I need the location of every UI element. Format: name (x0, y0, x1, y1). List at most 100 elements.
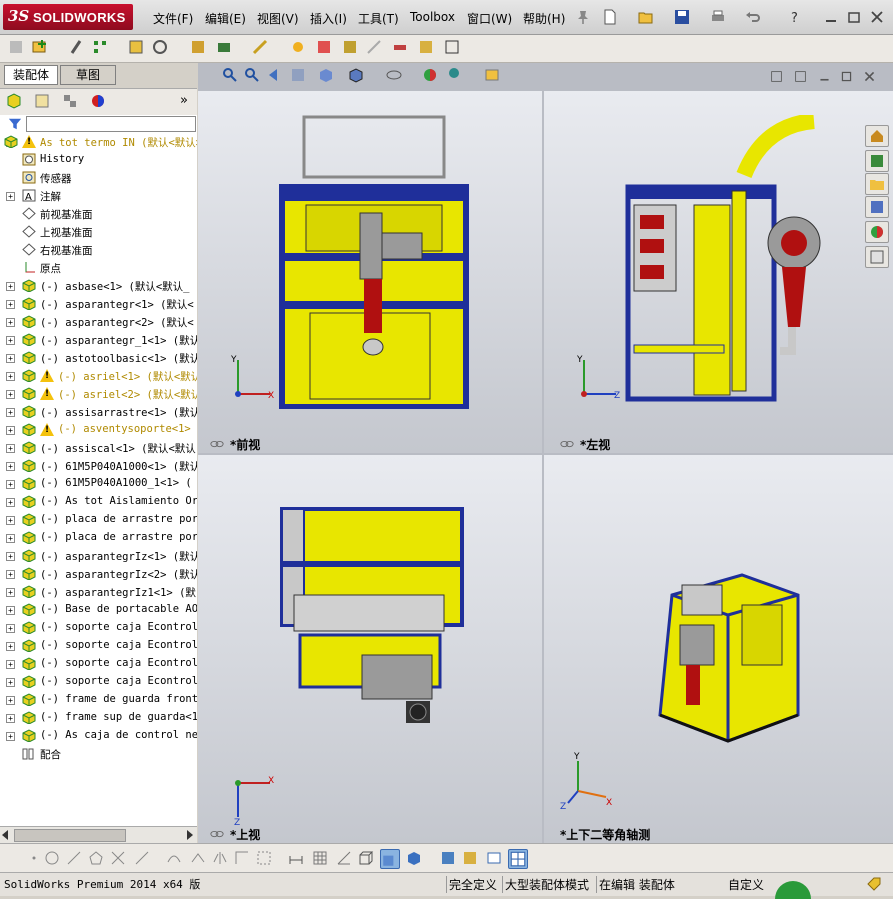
restore-window-icon[interactable] (846, 9, 862, 25)
tree-item[interactable]: 前视基准面 (0, 205, 197, 223)
expand-toggle[interactable]: + (6, 570, 15, 579)
taskpane-design-library[interactable] (865, 150, 889, 172)
viewport-isometric[interactable]: Y X Z *上下二等角轴测 (544, 455, 893, 843)
open-folder-icon[interactable] (638, 9, 654, 25)
trim-icon[interactable] (110, 850, 126, 866)
tree-item[interactable]: + (-) placa de arrastre porv (0, 529, 197, 547)
tree-item[interactable]: + (-) asparantegrIz<2> (默认 (0, 565, 197, 583)
viewport-link-icon[interactable] (794, 70, 807, 83)
smart-dimension-icon[interactable] (288, 850, 304, 866)
expand-toggle[interactable]: + (6, 552, 15, 561)
expand-toggle[interactable]: + (6, 660, 15, 669)
circle-icon[interactable] (44, 850, 60, 866)
taskpane-file-explorer[interactable] (865, 173, 889, 195)
menu-edit[interactable]: 编辑(E) (205, 10, 246, 27)
tree-root-item[interactable]: −!As tot termo IN (默认<默认> (0, 133, 197, 151)
mate-icon[interactable] (68, 39, 84, 55)
tree-item[interactable]: + (-) frame de guarda fronta (0, 691, 197, 709)
tag-icon[interactable] (866, 876, 882, 892)
tree-item[interactable]: + (-) soporte caja Econtrol- (0, 619, 197, 637)
viewport-top[interactable]: XZ *上视 (198, 455, 542, 843)
display-manager-icon[interactable] (90, 93, 106, 109)
view-orientation-icon[interactable] (318, 67, 334, 83)
line-icon[interactable] (66, 850, 82, 866)
grid-icon[interactable] (312, 850, 328, 866)
tree-item[interactable]: +! (-) asriel<2> (默认<默认 (0, 385, 197, 403)
expand-toggle[interactable]: + (6, 714, 15, 723)
convert-entities-icon[interactable] (166, 850, 182, 866)
expand-toggle[interactable]: + (6, 588, 15, 597)
tree-item[interactable]: + (-) Base de portacable AO- (0, 601, 197, 619)
view-settings-icon[interactable] (484, 67, 500, 83)
mirror-entities-icon[interactable] (212, 850, 228, 866)
menu-help[interactable]: 帮助(H) (523, 10, 565, 27)
apply-scene-icon[interactable] (446, 67, 462, 83)
tree-horizontal-scrollbar[interactable] (0, 826, 197, 843)
expand-toggle[interactable]: + (6, 480, 15, 489)
tree-item[interactable]: +! (-) asriel<1> (默认<默认 (0, 367, 197, 385)
zoom-to-fit-icon[interactable] (222, 67, 238, 83)
expand-panel-chevron[interactable]: » (180, 93, 188, 108)
solidworks-resources-badge[interactable] (775, 881, 811, 899)
status-custom-units[interactable]: 自定义 (728, 876, 764, 893)
shaded-display-icon[interactable] (380, 849, 400, 869)
tree-item[interactable]: + (-) assisarrastre<1> (默认 (0, 403, 197, 421)
solidworks-logo[interactable]: 3S SOLIDWORKS (3, 4, 133, 30)
link-views-icon-front[interactable] (210, 439, 224, 449)
filter-icon[interactable] (8, 117, 22, 131)
point-icon[interactable] (26, 850, 42, 866)
section-view-icon[interactable] (290, 67, 306, 83)
linear-pattern-icon[interactable] (92, 39, 108, 55)
pin-icon[interactable] (575, 9, 591, 25)
tree-item[interactable]: + (-) asparantegrIz<1> (默认 (0, 547, 197, 565)
tree-item[interactable]: + (-) soporte caja Econtrol1 (0, 655, 197, 673)
tree-filter-input[interactable] (26, 116, 196, 132)
taskpane-home[interactable] (865, 125, 889, 147)
menu-view[interactable]: 视图(V) (257, 10, 299, 27)
hole-alignment-icon[interactable] (444, 39, 460, 55)
zoom-to-area-icon[interactable] (244, 67, 260, 83)
tree-item[interactable]: + (-) astotoolbasic<1> (默认 (0, 349, 197, 367)
viewport-restore-icon[interactable] (840, 70, 853, 83)
reference-geometry-icon[interactable] (252, 39, 268, 55)
view-cube-icon[interactable] (406, 850, 422, 866)
expand-toggle[interactable]: + (6, 318, 15, 327)
taskpane-view-palette[interactable] (865, 196, 889, 218)
display-style-icon[interactable] (348, 67, 364, 83)
3d-box-icon[interactable] (358, 850, 374, 866)
tree-item[interactable]: + (-) asparantegr_1<1> (默认 (0, 331, 197, 349)
expand-toggle[interactable]: + (6, 444, 15, 453)
expand-toggle[interactable]: + (6, 642, 15, 651)
tree-item[interactable]: + (-) As caja de control nev (0, 727, 197, 745)
print-icon[interactable] (710, 9, 726, 25)
tree-item[interactable]: + (-) frame sup de guarda<1> (0, 709, 197, 727)
tree-item[interactable]: + (-) asparantegr<2> (默认< (0, 313, 197, 331)
expand-toggle[interactable]: + (6, 462, 15, 471)
expand-toggle[interactable]: + (6, 282, 15, 291)
bill-of-materials-icon[interactable] (316, 39, 332, 55)
expand-toggle[interactable]: + (6, 372, 15, 381)
previous-view-icon[interactable] (266, 67, 282, 83)
taskpane-appearances[interactable] (865, 221, 889, 243)
four-view-icon[interactable] (508, 849, 528, 869)
taskpane-custom-properties[interactable] (865, 246, 889, 268)
tree-item[interactable]: + (-) asparantegrIz1<1> (默 (0, 583, 197, 601)
save-icon[interactable] (674, 9, 690, 25)
single-view-icon[interactable] (486, 850, 502, 866)
minimize-window-icon[interactable] (823, 9, 839, 25)
expand-toggle[interactable]: + (6, 534, 15, 543)
normal-to-icon[interactable] (462, 850, 478, 866)
undo-icon[interactable] (745, 9, 761, 25)
scroll-left-arrow[interactable] (2, 830, 8, 840)
tree-item[interactable]: 右视基准面 (0, 241, 197, 259)
expand-toggle[interactable]: + (6, 336, 15, 345)
tree-item[interactable]: + (-) 61M5P040A1000_1<1> ( (0, 475, 197, 493)
move-component-icon[interactable] (152, 39, 168, 55)
tree-item[interactable]: +! (-) asventysoporte<1> (0, 421, 197, 439)
help-icon[interactable]: ? (787, 9, 803, 25)
tree-item[interactable]: 传感器 (0, 169, 197, 187)
expand-toggle[interactable]: + (6, 390, 15, 399)
menu-window[interactable]: 窗口(W) (467, 10, 512, 27)
insert-component-icon[interactable] (32, 39, 48, 55)
expand-toggle[interactable]: + (6, 498, 15, 507)
